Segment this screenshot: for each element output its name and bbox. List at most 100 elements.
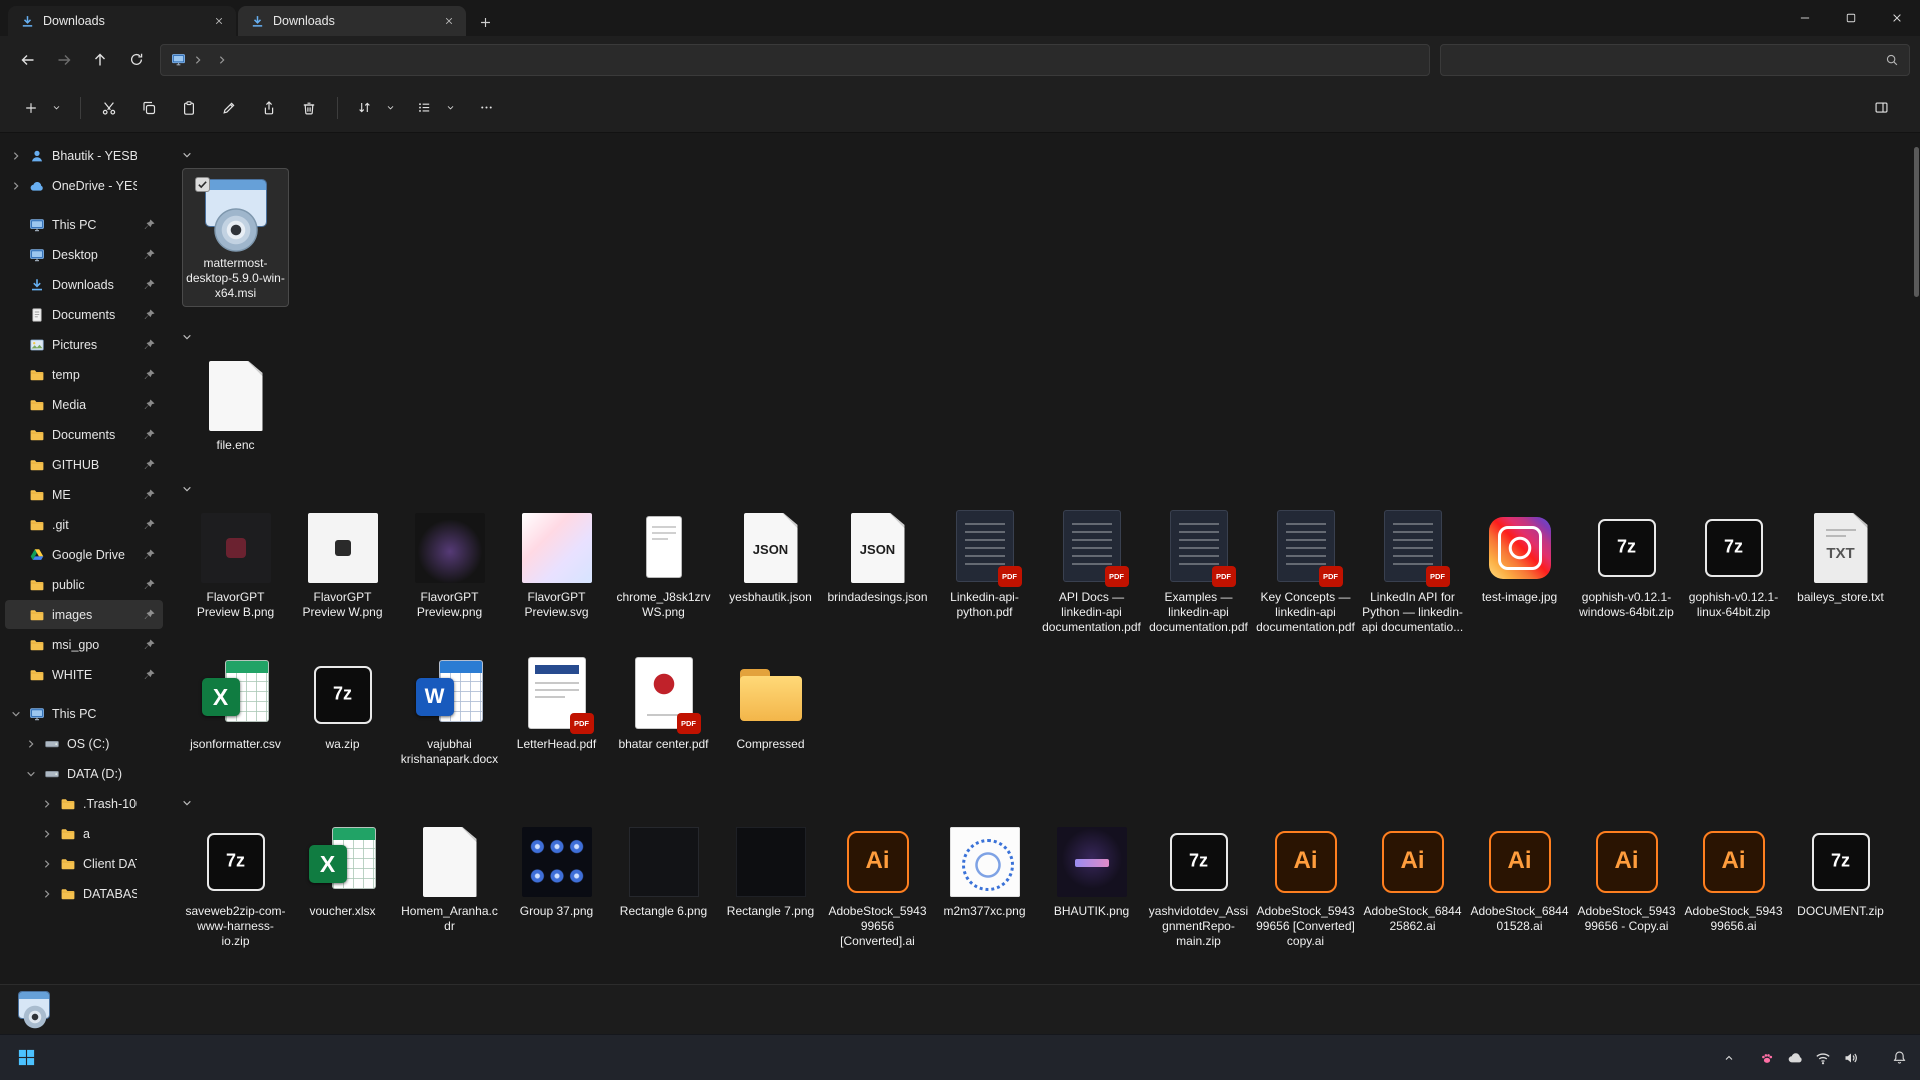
address-bar[interactable] [160, 44, 1430, 76]
selection-checkbox[interactable] [195, 177, 210, 192]
sidebar-item[interactable]: msi_gpo [5, 630, 163, 659]
file-tile[interactable]: AdobeStock_684425862.ai [1359, 816, 1466, 955]
sidebar-item[interactable]: WHITE [5, 660, 163, 689]
sidebar-item[interactable]: Pictures [5, 330, 163, 359]
tab-close-button[interactable] [440, 12, 458, 30]
tab-close-button[interactable] [210, 12, 228, 30]
sidebar-item[interactable]: OS (C:) [20, 729, 163, 758]
file-tile[interactable]: jsonformatter.csv [182, 649, 289, 773]
sidebar-item[interactable]: Client DATA [36, 849, 163, 878]
file-tile[interactable]: DOCUMENT.zip [1787, 816, 1894, 955]
file-tile[interactable]: AdobeStock_594399656.ai [1680, 816, 1787, 955]
paste-button[interactable] [170, 91, 208, 125]
file-tile[interactable]: LinkedIn API for Python — linkedin-api d… [1359, 502, 1466, 641]
file-tile[interactable]: Homem_Aranha.cdr [396, 816, 503, 955]
volume-icon[interactable] [1842, 1049, 1860, 1067]
cut-button[interactable] [90, 91, 128, 125]
file-tile[interactable]: FlavorGPT Preview B.png [182, 502, 289, 641]
close-button[interactable] [1874, 0, 1920, 36]
sidebar-item[interactable]: Documents [5, 420, 163, 449]
explorer-tab[interactable]: Downloads [8, 6, 236, 36]
tray-expand-chevron-icon[interactable] [1720, 1049, 1738, 1067]
file-tile[interactable]: AdobeStock_594399656 [Converted].ai [824, 816, 931, 955]
file-tile[interactable]: wa.zip [289, 649, 396, 773]
sidebar-item[interactable]: Desktop [5, 240, 163, 269]
delete-button[interactable] [290, 91, 328, 125]
sidebar-item[interactable]: OneDrive - YESE [5, 171, 163, 200]
more-options-button[interactable] [467, 91, 505, 125]
file-tile[interactable]: baileys_store.txt [1787, 502, 1894, 641]
sidebar-item[interactable]: public [5, 570, 163, 599]
wifi-icon[interactable] [1814, 1049, 1832, 1067]
file-tile[interactable]: yesbhautik.json [717, 502, 824, 641]
paw-app-icon[interactable] [1758, 1049, 1776, 1067]
group-header[interactable] [182, 324, 1910, 350]
file-tile[interactable]: gophish-v0.12.1-windows-64bit.zip [1573, 502, 1680, 641]
file-tile[interactable]: FlavorGPT Preview.png [396, 502, 503, 641]
sidebar-item[interactable]: Documents [5, 300, 163, 329]
sidebar-item[interactable]: a [36, 819, 163, 848]
sidebar-item[interactable]: Bhautik - YESBH [5, 141, 163, 170]
file-tile[interactable]: saveweb2zip-com-www-harness-io.zip [182, 816, 289, 955]
file-tile[interactable]: API Docs — linkedin-api documentation.pd… [1038, 502, 1145, 641]
file-tile[interactable]: AdobeStock_684401528.ai [1466, 816, 1573, 955]
sidebar-item[interactable]: DATABASE [36, 879, 163, 908]
sidebar-item[interactable]: This PC [5, 210, 163, 239]
sidebar-item[interactable]: .Trash-1000 [36, 789, 163, 818]
sidebar-item[interactable]: GITHUB [5, 450, 163, 479]
refresh-button[interactable] [118, 44, 154, 76]
up-button[interactable] [82, 44, 118, 76]
notification-bell-icon[interactable] [1890, 1049, 1908, 1067]
explorer-tab[interactable]: Downloads [238, 6, 466, 36]
file-tile[interactable]: yashvidotdev_AssignmentRepo-main.zip [1145, 816, 1252, 955]
sidebar-item[interactable]: Downloads [5, 270, 163, 299]
file-tile[interactable]: Linkedin-api-python.pdf [931, 502, 1038, 641]
file-tile[interactable]: FlavorGPT Preview W.png [289, 502, 396, 641]
sidebar-item[interactable]: .git [5, 510, 163, 539]
file-tile[interactable]: test-image.jpg [1466, 502, 1573, 641]
sidebar-item[interactable]: DATA (D:) [20, 759, 163, 788]
file-tile[interactable]: BHAUTIK.png [1038, 816, 1145, 955]
details-pane-button[interactable] [1864, 91, 1906, 125]
search-box[interactable] [1440, 44, 1910, 76]
file-tile[interactable]: bhatar center.pdf [610, 649, 717, 773]
sidebar-item[interactable]: Google Drive [5, 540, 163, 569]
group-header[interactable] [182, 142, 1910, 168]
file-tile[interactable]: m2m377xc.png [931, 816, 1038, 955]
file-tile[interactable]: FlavorGPT Preview.svg [503, 502, 610, 641]
minimize-button[interactable] [1782, 0, 1828, 36]
forward-button[interactable] [46, 44, 82, 76]
file-tile[interactable]: AdobeStock_594399656 [Converted] copy.ai [1252, 816, 1359, 955]
search-input[interactable] [1451, 52, 1885, 67]
sidebar-item[interactable]: images [5, 600, 163, 629]
file-tile[interactable]: Compressed [717, 649, 824, 773]
back-button[interactable] [10, 44, 46, 76]
file-tile[interactable]: LetterHead.pdf [503, 649, 610, 773]
onedrive-cloud-icon[interactable] [1786, 1049, 1804, 1067]
maximize-button[interactable] [1828, 0, 1874, 36]
sidebar-item[interactable]: Media [5, 390, 163, 419]
sidebar-item[interactable]: ME [5, 480, 163, 509]
new-tab-button[interactable] [470, 8, 500, 36]
group-header[interactable] [182, 476, 1910, 502]
file-tile[interactable]: chrome_J8sk1zrvWS.png [610, 502, 717, 641]
file-tile[interactable]: file.enc [182, 350, 289, 459]
sort-button[interactable] [347, 91, 405, 125]
file-tile[interactable]: gophish-v0.12.1-linux-64bit.zip [1680, 502, 1787, 641]
file-tile[interactable]: brindadesings.json [824, 502, 931, 641]
sidebar-item[interactable]: temp [5, 360, 163, 389]
file-tile[interactable]: AdobeStock_594399656 - Copy.ai [1573, 816, 1680, 955]
file-tile[interactable]: vajubhai krishanapark.docx [396, 649, 503, 773]
sidebar-item[interactable]: This PC [5, 699, 163, 728]
file-tile[interactable]: Key Concepts — linkedin-api documentatio… [1252, 502, 1359, 641]
view-button[interactable] [407, 91, 465, 125]
rename-button[interactable] [210, 91, 248, 125]
file-tile[interactable]: Examples — linkedin-api documentation.pd… [1145, 502, 1252, 641]
file-tile[interactable]: mattermost-desktop-5.9.0-win-x64.msi [182, 168, 289, 307]
file-tile[interactable]: Rectangle 6.png [610, 816, 717, 955]
new-button[interactable] [14, 91, 71, 125]
share-button[interactable] [250, 91, 288, 125]
file-tile[interactable]: Group 37.png [503, 816, 610, 955]
scrollbar[interactable] [1914, 147, 1919, 297]
start-button[interactable] [6, 1038, 46, 1078]
